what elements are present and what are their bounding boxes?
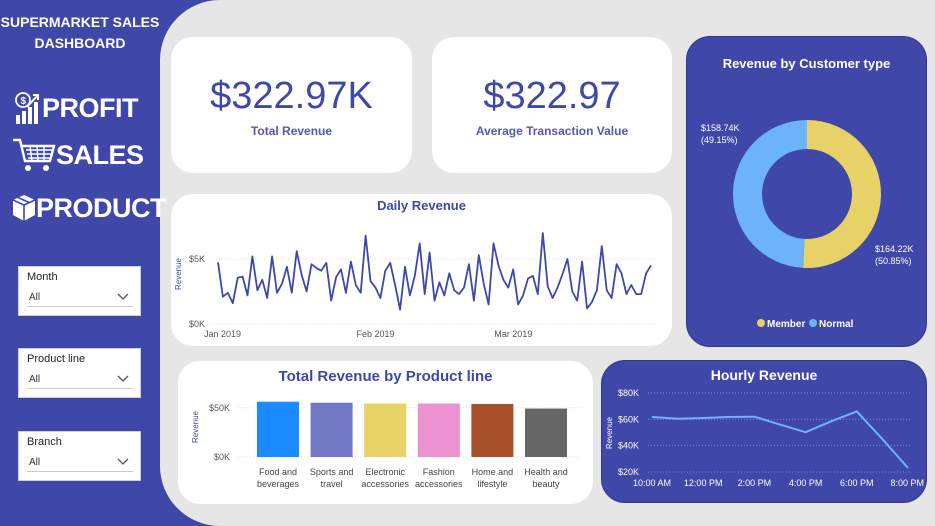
x-tick-label: Jan 2019 <box>204 329 241 339</box>
product-line-slicer: Product line All <box>18 348 141 398</box>
hourly-revenue-series <box>651 410 909 469</box>
legend-member-marker <box>757 319 765 327</box>
branch-slicer: Branch All <box>18 431 141 481</box>
product-line-chart: $0K $50K Revenue Food and beverages Sports an… <box>191 401 583 489</box>
slice-label-member-value: $164.22K <box>875 244 914 254</box>
x-tick-label: 2:00 PM <box>738 478 772 488</box>
slice-label-normal-pct: (49.15%) <box>701 135 738 145</box>
svg-text:$: $ <box>20 96 26 107</box>
x-tick-label: Fashion <box>423 467 455 477</box>
daily-revenue-series <box>217 232 652 311</box>
bar <box>525 408 567 457</box>
month-dropdown-value: All <box>29 292 41 303</box>
x-tick-label: beverages <box>257 479 300 489</box>
customer-type-donut: $164.22K (50.85%) $158.74K (49.15%) Member No… <box>701 120 914 330</box>
nav-sales-label: SALES <box>56 139 144 170</box>
x-tick-label: Electronic <box>365 467 405 477</box>
shopping-cart-icon <box>13 138 56 171</box>
x-tick-label: Sports and <box>310 467 354 477</box>
y-axis-label: Revenue <box>191 410 200 443</box>
total-revenue-card: $322.97K Total Revenue <box>171 37 412 173</box>
slice-label-member-pct: (50.85%) <box>875 256 912 266</box>
y-axis-label: Revenue <box>605 416 614 449</box>
x-tick-label: beauty <box>532 479 560 489</box>
dashboard-title-line1: SUPERMARKET SALES <box>0 14 160 30</box>
y-axis-label: Revenue <box>174 257 183 290</box>
x-tick-label: 6:00 PM <box>840 478 874 488</box>
dashboard-title-line2: DASHBOARD <box>34 35 126 51</box>
hourly-revenue-card: Hourly Revenue $20K $40K $60K $80K Revenue 10… <box>601 360 927 503</box>
legend-member-label: Member <box>767 319 805 330</box>
daily-revenue-chart: $0K $5K Revenue Jan 2019 Feb 2019 Mar 2019 <box>174 232 656 339</box>
product-line-dropdown[interactable]: All <box>27 371 133 389</box>
nav-product-label: PRODUCT <box>36 192 167 223</box>
bar <box>310 402 353 457</box>
x-tick-label: 10:00 AM <box>633 478 671 488</box>
y-tick-label: $0K <box>189 319 205 329</box>
x-tick-label: 12:00 PM <box>684 478 723 488</box>
x-tick-label: Health and <box>524 467 568 477</box>
box-icon <box>12 195 36 221</box>
branch-dropdown-value: All <box>29 457 41 468</box>
x-tick-label: travel <box>321 479 343 489</box>
bar <box>417 403 460 457</box>
daily-revenue-card: Daily Revenue $0K $5K Revenue Jan 2019 Feb 2… <box>171 194 672 346</box>
bar <box>257 401 299 457</box>
avg-transaction-label: Average Transaction Value <box>475 124 629 138</box>
chevron-down-icon <box>117 375 129 382</box>
month-slicer-label: Month <box>27 271 58 283</box>
slice-label-normal-value: $158.74K <box>701 123 740 133</box>
chevron-down-icon <box>117 293 129 300</box>
month-dropdown[interactable]: All <box>27 289 133 307</box>
donut-slice-normal <box>733 120 807 268</box>
avg-transaction-value: $322.97 <box>483 75 621 117</box>
customer-type-card: Revenue by Customer type $164.22K (50.85%… <box>686 36 927 347</box>
y-tick-label: $40K <box>618 441 639 451</box>
month-slicer: Month All <box>18 266 141 316</box>
donut-slice-member <box>803 120 882 268</box>
x-tick-label: Mar 2019 <box>494 329 532 339</box>
avg-transaction-card: $322.97 Average Transaction Value <box>432 37 672 173</box>
product-line-dropdown-value: All <box>29 374 41 385</box>
chevron-down-icon <box>117 458 129 465</box>
y-tick-label: $0K <box>214 452 230 462</box>
product-line-slicer-label: Product line <box>27 353 86 365</box>
nav-profit[interactable]: $ PROFIT <box>12 88 152 128</box>
hourly-revenue-chart: $20K $40K $60K $80K Revenue 10:00 AM 12:00 PM 2… <box>605 388 924 488</box>
y-tick-label: $50K <box>209 403 230 413</box>
nav-product[interactable]: PRODUCT <box>12 188 167 228</box>
product-line-card: Total Revenue by Product line $0K $50K Rev… <box>178 361 593 504</box>
profit-chart-icon: $ <box>15 92 39 124</box>
x-tick-label: 4:00 PM <box>789 478 823 488</box>
legend-normal-marker <box>809 319 817 327</box>
x-tick-label: lifestyle <box>477 479 507 489</box>
x-tick-label: Food and <box>259 467 297 477</box>
y-tick-label: $20K <box>618 467 639 477</box>
nav-profit-label: PROFIT <box>42 92 139 123</box>
y-tick-label: $5K <box>189 254 205 264</box>
total-revenue-label: Total Revenue <box>250 124 333 138</box>
legend-normal-label: Normal <box>819 319 854 330</box>
dashboard-title: SUPERMARKET SALES DASHBOARD <box>0 12 160 54</box>
bar <box>471 403 514 457</box>
bar <box>364 403 407 457</box>
y-tick-label: $60K <box>618 414 639 424</box>
x-tick-label: Feb 2019 <box>357 329 395 339</box>
y-tick-label: $80K <box>618 388 639 398</box>
x-tick-label: Home and <box>472 467 514 477</box>
total-revenue-value: $322.97K <box>210 75 373 117</box>
x-tick-label: accessories <box>415 479 463 489</box>
branch-dropdown[interactable]: All <box>27 454 133 472</box>
nav-sales[interactable]: SALES <box>12 135 152 175</box>
branch-slicer-label: Branch <box>27 436 62 448</box>
x-tick-label: 8:00 PM <box>890 478 924 488</box>
x-tick-label: accessories <box>361 479 409 489</box>
